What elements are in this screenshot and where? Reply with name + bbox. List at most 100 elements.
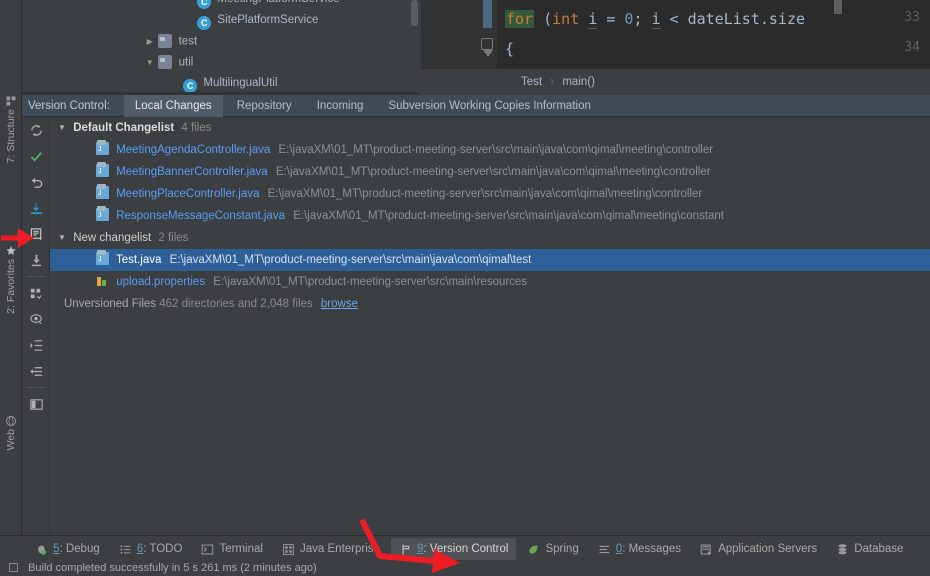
sidebar-item-web[interactable]: Web	[0, 429, 22, 450]
java-file-icon	[96, 206, 109, 221]
tree-item-label: util	[178, 56, 194, 69]
terminal-icon	[201, 543, 214, 556]
spring-leaf-icon	[527, 543, 540, 556]
breadcrumb-method[interactable]: main()	[562, 76, 595, 88]
tab-local-changes[interactable]: Local Changes	[123, 95, 223, 117]
tool-window-terminal[interactable]: Terminal	[193, 538, 270, 560]
code-text: (	[534, 10, 553, 28]
web-icon	[5, 415, 17, 427]
file-name: ResponseMessageConstant.java	[116, 210, 285, 222]
project-tree[interactable]: C MeetingPlatformService C SitePlatformS…	[22, 0, 420, 92]
messages-icon	[598, 543, 611, 556]
build-status-icon	[9, 563, 18, 572]
class-icon: C	[197, 0, 212, 9]
changed-file-row[interactable]: MeetingAgendaController.java E:\javaXM\0…	[50, 139, 930, 161]
editor-gutter	[421, 0, 477, 68]
show-diff-button[interactable]	[22, 221, 50, 247]
expander-expanded-icon[interactable]: ▼	[58, 227, 70, 249]
local-changes-panel: ▼ Default Changelist 4 files MeetingAgen…	[22, 117, 930, 535]
tool-window-todo[interactable]: 6: TODO	[111, 538, 191, 560]
changed-file-row[interactable]: MeetingPlaceController.java E:\javaXM\01…	[50, 183, 930, 205]
tool-window-label: : Debug	[59, 543, 100, 555]
collapse-all-button[interactable]	[22, 358, 50, 384]
tree-item-test[interactable]: ▶ test	[22, 31, 420, 52]
expand-all-icon	[29, 339, 42, 351]
refresh-button[interactable]	[22, 117, 50, 143]
changes-tree[interactable]: ▼ Default Changelist 4 files MeetingAgen…	[50, 117, 930, 535]
code-text: =	[597, 10, 625, 28]
file-path: E:\javaXM\01_MT\product-meeting-server\s…	[267, 188, 703, 200]
tab-repository[interactable]: Repository	[226, 95, 303, 117]
refresh-icon	[30, 124, 42, 136]
tool-window-java-enterprise[interactable]: Java Enterprise	[274, 538, 388, 560]
expand-all-button[interactable]	[22, 332, 50, 358]
commit-button[interactable]	[22, 143, 50, 169]
variable-i: i	[588, 10, 598, 29]
unversioned-files-row[interactable]: Unversioned Files 462 directories and 2,…	[50, 293, 930, 315]
change-layout-button[interactable]	[22, 391, 50, 417]
collapse-all-icon	[29, 366, 42, 376]
code-editor[interactable]: 33 34 for (int i = 0; i < dateList.size …	[421, 0, 930, 68]
tree-item-util[interactable]: ▼ util	[22, 52, 420, 73]
changelist-default-header[interactable]: ▼ Default Changelist 4 files	[50, 117, 930, 139]
expander-expanded-icon[interactable]: ▼	[144, 52, 155, 73]
preview-diff-button[interactable]	[22, 306, 50, 332]
code-expression: dateList.size	[687, 10, 806, 28]
editor-scrollbar[interactable]	[834, 0, 842, 14]
java-file-icon	[96, 140, 109, 155]
tool-window-label: Terminal	[219, 543, 263, 555]
layout-icon	[29, 398, 43, 410]
browse-link[interactable]: browse	[321, 298, 358, 310]
tool-window-debug[interactable]: 5: Debug	[27, 538, 108, 560]
expander-collapsed-icon[interactable]: ▶	[144, 31, 155, 52]
file-name: MeetingPlaceController.java	[116, 188, 260, 200]
breadcrumb-class[interactable]: Test	[521, 76, 542, 88]
sidebar-item-structure[interactable]: 7: Structure	[0, 109, 22, 163]
tree-item-multilingualutil[interactable]: C MultilingualUtil	[22, 73, 420, 92]
database-icon	[836, 543, 849, 556]
project-tree-scrollbar[interactable]	[411, 0, 418, 26]
changelist-new-header[interactable]: ▼ New changelist 2 files	[50, 227, 930, 249]
tree-item-meetingplatformservice[interactable]: C MeetingPlatformService	[22, 0, 420, 10]
top-area: C MeetingPlatformService C SitePlatformS…	[0, 0, 930, 95]
tool-window-spring[interactable]: Spring	[519, 538, 586, 560]
changed-file-row-selected[interactable]: Test.java E:\javaXM\01_MT\product-meetin…	[50, 249, 930, 271]
tool-window-label: : TODO	[143, 543, 183, 555]
file-name: MeetingBannerController.java	[116, 166, 268, 178]
status-bar: Build completed successfully in 5 s 261 …	[0, 561, 930, 576]
tab-incoming[interactable]: Incoming	[306, 95, 375, 117]
java-enterprise-icon	[282, 543, 295, 556]
file-path: E:\javaXM\01_MT\product-meeting-server\s…	[169, 254, 532, 266]
tool-window-application-servers[interactable]: Application Servers	[692, 538, 825, 560]
tab-subversion-working-copies[interactable]: Subversion Working Copies Information	[377, 95, 601, 117]
update-button[interactable]	[22, 247, 50, 273]
code-line-34[interactable]: {	[505, 40, 514, 58]
tool-window-label: : Version Control	[423, 543, 509, 555]
changed-file-row[interactable]: MeetingBannerController.java E:\javaXM\0…	[50, 161, 930, 183]
file-path: E:\javaXM\01_MT\product-meeting-server\s…	[278, 144, 714, 156]
tool-window-version-control[interactable]: 9: Version Control	[390, 538, 517, 560]
class-icon: C	[197, 16, 212, 30]
code-line-33[interactable]: for (int i = 0; i < dateList.size	[505, 10, 806, 29]
group-by-button[interactable]	[22, 280, 50, 306]
rollback-button[interactable]	[22, 169, 50, 195]
tool-window-database[interactable]: Database	[828, 538, 911, 560]
tree-item-label: MeetingPlatformService	[217, 0, 339, 5]
status-message: Build completed successfully in 5 s 261 …	[28, 562, 317, 574]
sidebar-item-favorites[interactable]: 2: Favorites	[0, 259, 22, 314]
folder-icon	[158, 33, 173, 48]
tree-item-siteplatformservice[interactable]: C SitePlatformService	[22, 10, 420, 31]
changed-file-row[interactable]: ResponseMessageConstant.java E:\javaXM\0…	[50, 205, 930, 227]
code-fold-marker[interactable]	[481, 38, 493, 57]
bottom-tool-window-bar: 5: Debug 6: TODO Terminal Java Enterpris…	[0, 535, 930, 561]
breadcrumb[interactable]: Test › main()	[421, 68, 930, 94]
shelve-button[interactable]	[22, 195, 50, 221]
breadcrumb-separator-icon: ›	[550, 76, 555, 88]
tree-item-label: SitePlatformService	[217, 14, 319, 26]
file-name: upload.properties	[116, 276, 206, 288]
tool-window-label: : Messages	[622, 543, 681, 555]
changed-file-row[interactable]: upload.properties E:\javaXM\01_MT\produc…	[50, 271, 930, 293]
expander-expanded-icon[interactable]: ▼	[58, 117, 70, 139]
tool-window-messages[interactable]: 0: Messages	[590, 538, 689, 560]
